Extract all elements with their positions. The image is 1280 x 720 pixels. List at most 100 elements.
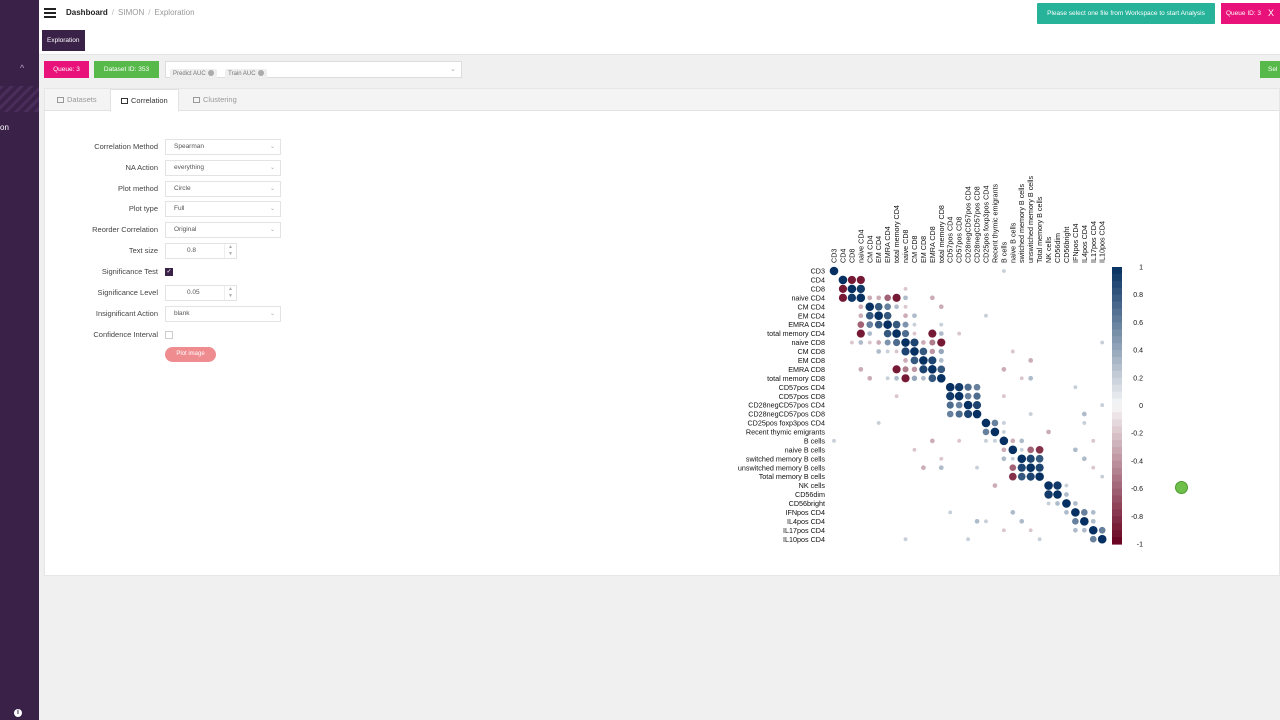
correlation-point [928,356,937,365]
correlation-point [939,456,944,461]
correlation-point [902,366,909,373]
row-label: CD57pos CD8 [779,392,825,401]
colorbar-segment [1112,363,1122,372]
column-label: EMRA CD4 [883,226,892,263]
column-label: Total memory B cells [1035,196,1044,263]
correlation-point [1044,490,1053,499]
correlation-point [876,295,882,301]
correlation-point [990,427,1000,437]
colorbar-tick-label: -0.4 [1131,458,1143,465]
column-label: IL10pos CD4 [1098,221,1107,263]
colorbar-segment [1112,530,1122,538]
correlation-point [928,374,937,383]
colorbar-tick-label: 0.2 [1133,375,1143,382]
correlation-point [948,510,953,515]
correlation-point [964,409,973,419]
row-label: CD57pos CD4 [779,383,825,392]
row-label: CD28negCD57pos CD8 [748,410,825,419]
correlation-point [1046,429,1051,435]
colorbar-segment [1112,370,1122,379]
correlation-point [874,311,883,321]
correlation-point [972,409,982,419]
column-label: total memory CD8 [937,205,946,263]
row-label: naive CD4 [791,293,825,302]
correlation-point [938,465,944,471]
correlation-point [901,329,910,338]
column-label: IFNpos CD4 [1071,223,1080,263]
correlation-point [981,418,991,428]
correlation-point [1091,465,1096,470]
correlation-point [912,322,917,327]
row-label: CM CD4 [797,302,825,311]
column-label: EM CD4 [874,236,883,263]
row-label: naive B cells [785,445,826,454]
correlation-point [1081,527,1087,533]
colorbar-segment [1112,322,1122,330]
correlation-point [865,311,874,320]
correlation-point [884,339,891,346]
column-label: NK cells [1044,236,1053,263]
correlation-point [867,375,873,381]
column-label: CD25pos foxp3pos CD4 [981,185,990,263]
row-label: total memory CD8 [767,374,825,383]
correlation-point [892,338,901,347]
colorbar-segment [1112,377,1122,386]
colorbar-segment [1112,433,1122,441]
column-label: IL4pos CD4 [1080,225,1089,263]
colorbar-segment [1112,474,1122,483]
correlation-point [929,348,936,355]
correlation-point [1019,447,1024,452]
colorbar-segment [1112,509,1122,517]
correlation-point [974,518,980,524]
column-label: CD56dim [1053,233,1062,263]
correlation-point [946,391,955,401]
correlation-point [1081,456,1087,462]
correlation-point [838,275,848,285]
correlation-point [1100,474,1105,479]
row-label: CM CD8 [797,347,825,356]
column-label: IL17pos CD4 [1089,221,1098,263]
row-label: CD56dim [795,490,825,499]
correlation-point [991,419,999,427]
correlation-point [1100,340,1105,345]
correlation-point [1053,481,1062,490]
column-label: CD57pos CD4 [946,217,955,263]
correlation-point [945,382,955,392]
correlation-point [903,295,908,301]
correlation-point [883,329,892,338]
colorbar-segment [1112,357,1122,365]
correlation-point [1100,403,1105,408]
row-label: CD56bright [789,499,825,508]
row-label: IL4pos CD4 [787,517,825,526]
correlation-point [894,394,899,399]
correlation-point [984,313,988,318]
correlation-point [1073,447,1078,453]
correlation-point [1046,501,1051,506]
correlation-point [972,401,982,410]
correlation-point [1091,438,1096,443]
correlation-point [847,275,856,285]
correlation-point [1073,385,1078,390]
correlation-point [1082,421,1087,425]
row-label: B cells [804,436,826,445]
correlation-point [892,329,901,338]
colorbar-segment [1112,537,1122,545]
column-label: Recent thymic emigrants [990,184,999,263]
correlation-point [921,465,926,471]
correlation-point [984,438,988,443]
correlation-point [1088,525,1098,535]
correlation-point [938,348,944,355]
correlation-point [876,421,881,425]
correlation-point [939,322,944,327]
correlation-point [1035,445,1044,454]
column-label: naive CD8 [901,229,910,263]
correlation-point [885,349,890,354]
correlation-point [847,293,857,303]
column-label: CD56bright [1062,227,1071,263]
colorbar-tick-label: 0.4 [1133,348,1143,355]
correlation-point [919,347,928,356]
correlation-point [929,339,936,346]
column-label: CM CD8 [910,235,919,263]
correlation-point [954,391,964,401]
correlation-point [884,303,891,311]
